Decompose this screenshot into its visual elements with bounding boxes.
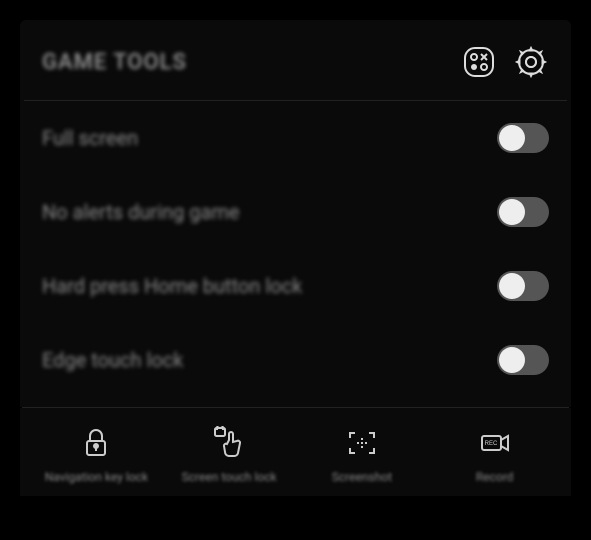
action-record[interactable]: REC Record	[440, 426, 550, 486]
touch-lock-icon	[212, 426, 246, 460]
record-icon: REC	[478, 426, 512, 460]
toggle-home-lock[interactable]	[497, 271, 549, 301]
page-title: GAME TOOLS	[42, 50, 461, 75]
game-tools-panel: GAME TOOLS	[20, 20, 571, 407]
toggle-no-alerts[interactable]	[497, 197, 549, 227]
lock-icon	[79, 426, 113, 460]
action-label: Screenshot	[332, 470, 392, 486]
header-icons	[461, 44, 549, 80]
action-bar: Navigation key lock Screen touch lock Sc…	[20, 408, 571, 496]
setting-label: Edge touch lock	[42, 348, 497, 372]
toggle-edge-lock[interactable]	[497, 345, 549, 375]
svg-text:REC: REC	[484, 441, 497, 447]
action-label: Screen touch lock	[182, 470, 277, 486]
setting-row-no-alerts: No alerts during game	[24, 175, 567, 249]
settings-gear-icon[interactable]	[513, 44, 549, 80]
header: GAME TOOLS	[24, 20, 567, 101]
setting-label: Hard press Home button lock	[42, 274, 497, 298]
action-nav-lock[interactable]: Navigation key lock	[41, 426, 151, 486]
action-label: Record	[476, 470, 514, 486]
screenshot-icon	[345, 426, 379, 460]
action-screenshot[interactable]: Screenshot	[307, 426, 417, 486]
setting-row-edge-lock: Edge touch lock	[24, 323, 567, 397]
setting-row-fullscreen: Full screen	[24, 101, 567, 175]
action-touch-lock[interactable]: Screen touch lock	[174, 426, 284, 486]
setting-row-home-lock: Hard press Home button lock	[24, 249, 567, 323]
setting-label: Full screen	[42, 126, 497, 150]
toggle-fullscreen[interactable]	[497, 123, 549, 153]
action-label: Navigation key lock	[45, 470, 148, 486]
game-launcher-icon[interactable]	[461, 44, 497, 80]
setting-label: No alerts during game	[42, 200, 497, 224]
